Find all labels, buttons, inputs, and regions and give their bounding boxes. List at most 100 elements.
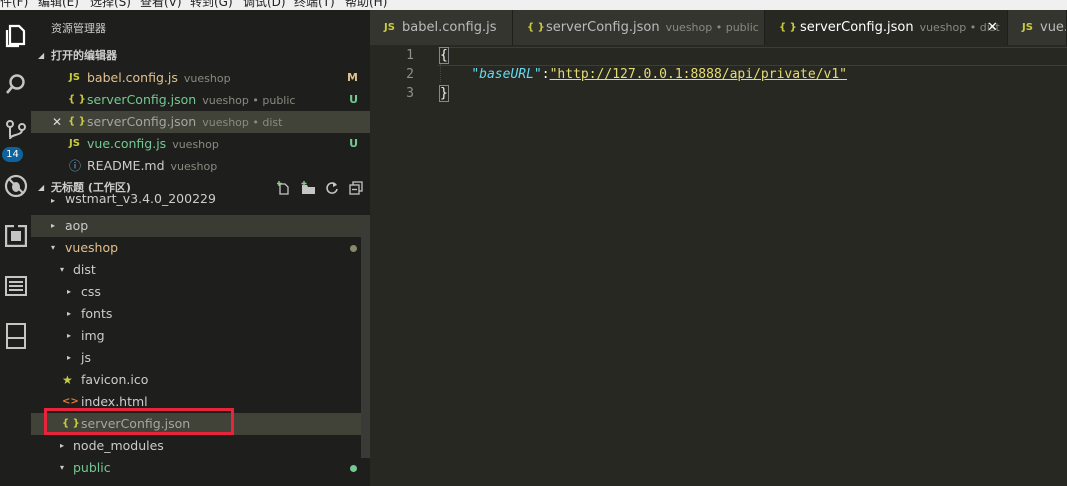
menu-view[interactable]: 查看(V) xyxy=(140,0,182,10)
open-editor-item-active[interactable]: ✕ { } serverConfig.json vueshop • dist xyxy=(31,111,370,133)
menu-file[interactable]: 件(F) xyxy=(0,0,28,10)
tree-folder[interactable]: ▸ img xyxy=(31,325,370,347)
chevron-right-icon: ▸ xyxy=(67,331,72,340)
close-icon[interactable]: ✕ xyxy=(987,10,998,45)
folder-name: img xyxy=(81,328,105,343)
chevron-right-icon: ▸ xyxy=(51,221,56,230)
json-colon: : xyxy=(541,67,550,82)
file-description: vueshop • public xyxy=(202,94,296,107)
tree-folder[interactable]: ▾ vueshop xyxy=(31,237,370,259)
file-name: favicon.ico xyxy=(81,372,149,387)
untracked-status: U xyxy=(349,93,358,106)
menu-debug[interactable]: 调试(D) xyxy=(243,0,286,10)
js-file-icon: JS xyxy=(384,22,395,33)
current-line-highlight xyxy=(438,47,1067,66)
file-name: README.md xyxy=(87,158,165,173)
tree-folder[interactable]: ▾ public xyxy=(31,457,370,479)
js-file-icon: JS xyxy=(69,72,80,83)
annotation-highlight-box xyxy=(44,408,234,435)
open-editor-item[interactable]: { } serverConfig.json vueshop • public U xyxy=(31,89,370,111)
sidebar-scrollbar[interactable] xyxy=(361,228,370,458)
file-name: serverConfig.json xyxy=(87,92,197,107)
line-number: 3 xyxy=(406,86,414,101)
json-file-icon: { } xyxy=(68,94,86,105)
code-line-3: } xyxy=(439,85,449,102)
tree-folder[interactable]: ▸ js xyxy=(31,347,370,369)
modified-status: M xyxy=(347,71,358,84)
open-editor-item[interactable]: JS vue.config.js vueshop U xyxy=(31,133,370,155)
explorer-sidebar: 资源管理器 ◢ 打开的编辑器 JS babel.config.js vueshop… xyxy=(31,10,370,486)
tree-folder[interactable]: ▸ css xyxy=(31,281,370,303)
no-debug-icon[interactable] xyxy=(0,168,31,204)
chevron-down-icon: ◢ xyxy=(38,51,45,60)
explorer-title: 资源管理器 xyxy=(51,22,106,35)
code-editor[interactable]: 1 2 3 { "baseURL":"http://127.0.0.1:8888… xyxy=(370,45,1067,486)
file-description: vueshop xyxy=(170,160,218,173)
chevron-right-icon: ▸ xyxy=(67,309,72,318)
folder-name: public xyxy=(73,460,111,475)
file-name: serverConfig.json xyxy=(87,114,197,129)
tab-vue-config[interactable]: JS vue.c xyxy=(1008,10,1067,45)
folder-name: vueshop xyxy=(65,240,119,255)
open-editors-header[interactable]: ◢ 打开的编辑器 xyxy=(31,45,370,67)
json-file-icon: { } xyxy=(779,22,797,33)
tree-folder[interactable]: ▸ node_modules xyxy=(31,435,370,457)
line-number: 1 xyxy=(406,48,414,63)
open-editor-item[interactable]: ⓘ README.md vueshop xyxy=(31,155,370,177)
file-name: vue.config.js xyxy=(87,136,167,151)
file-description: vueshop xyxy=(172,138,219,151)
folder-name: node_modules xyxy=(73,438,164,453)
tab-babel-config[interactable]: JS babel.config.js xyxy=(370,10,513,45)
open-brace: { xyxy=(439,47,449,64)
folder-name: css xyxy=(81,284,101,299)
tab-server-config-dist[interactable]: { } serverConfig.json vueshop • dist ✕ xyxy=(765,10,1008,45)
chevron-down-icon: ▾ xyxy=(51,243,56,252)
tree-folder[interactable]: ▸ wstmart_v3.4.0_200229 xyxy=(31,193,370,209)
editor-tabs: JS babel.config.js { } serverConfig.json… xyxy=(370,10,1067,45)
code-line-2: "baseURL":"http://127.0.0.1:8888/api/pri… xyxy=(440,67,847,82)
info-icon: ⓘ xyxy=(69,159,82,173)
search-icon[interactable] xyxy=(0,66,31,102)
tree-folder[interactable]: ▸ aop xyxy=(31,215,370,237)
activity-bar: 14 xyxy=(0,10,31,486)
js-file-icon: JS xyxy=(69,138,80,149)
tab-server-config-public[interactable]: { } serverConfig.json vueshop • public xyxy=(513,10,765,45)
tree-folder[interactable]: ▾ dist xyxy=(31,259,370,281)
menu-go[interactable]: 转到(G) xyxy=(190,0,233,10)
menu-terminal[interactable]: 终端(T) xyxy=(294,0,335,10)
source-control-icon[interactable] xyxy=(0,114,31,150)
tab-label: serverConfig.json xyxy=(800,20,914,35)
code-line-1: { xyxy=(439,47,449,64)
json-file-icon: { } xyxy=(527,22,545,33)
chevron-right-icon: ▸ xyxy=(51,196,56,205)
file-name: babel.config.js xyxy=(87,70,178,85)
tree-file[interactable]: ★ favicon.ico xyxy=(31,369,370,391)
json-key: "baseURL" xyxy=(471,67,542,82)
untracked-status: U xyxy=(349,137,358,150)
folder-name: fonts xyxy=(81,306,113,321)
menu-selection[interactable]: 选择(S) xyxy=(90,0,131,10)
json-value-link[interactable]: "http://127.0.0.1:8888/api/private/v1" xyxy=(550,67,847,82)
file-description: vueshop xyxy=(183,72,231,85)
json-file-icon: { } xyxy=(68,116,86,127)
chevron-right-icon: ▸ xyxy=(60,441,65,450)
tab-label: vue.c xyxy=(1040,20,1066,35)
menu-edit[interactable]: 编辑(E) xyxy=(38,0,79,10)
close-icon[interactable]: ✕ xyxy=(52,111,62,133)
tree-folder[interactable]: ▸ fonts xyxy=(31,303,370,325)
close-brace: } xyxy=(439,85,449,102)
chevron-down-icon: ▾ xyxy=(60,463,65,472)
open-editor-item[interactable]: JS babel.config.js vueshop M xyxy=(31,67,370,89)
menu-help[interactable]: 帮助(H) xyxy=(345,0,387,10)
layout-icon[interactable] xyxy=(0,318,31,354)
list-icon[interactable] xyxy=(0,268,31,304)
modified-dot xyxy=(350,245,357,252)
files-icon[interactable] xyxy=(0,18,31,54)
file-description: vueshop • dist xyxy=(202,116,283,129)
folder-name: wstmart_v3.4.0_200229 xyxy=(65,193,216,206)
folder-name: aop xyxy=(65,218,89,233)
extensions-icon[interactable] xyxy=(0,218,31,254)
star-icon: ★ xyxy=(62,373,73,387)
tab-description: vueshop • public xyxy=(665,21,759,34)
